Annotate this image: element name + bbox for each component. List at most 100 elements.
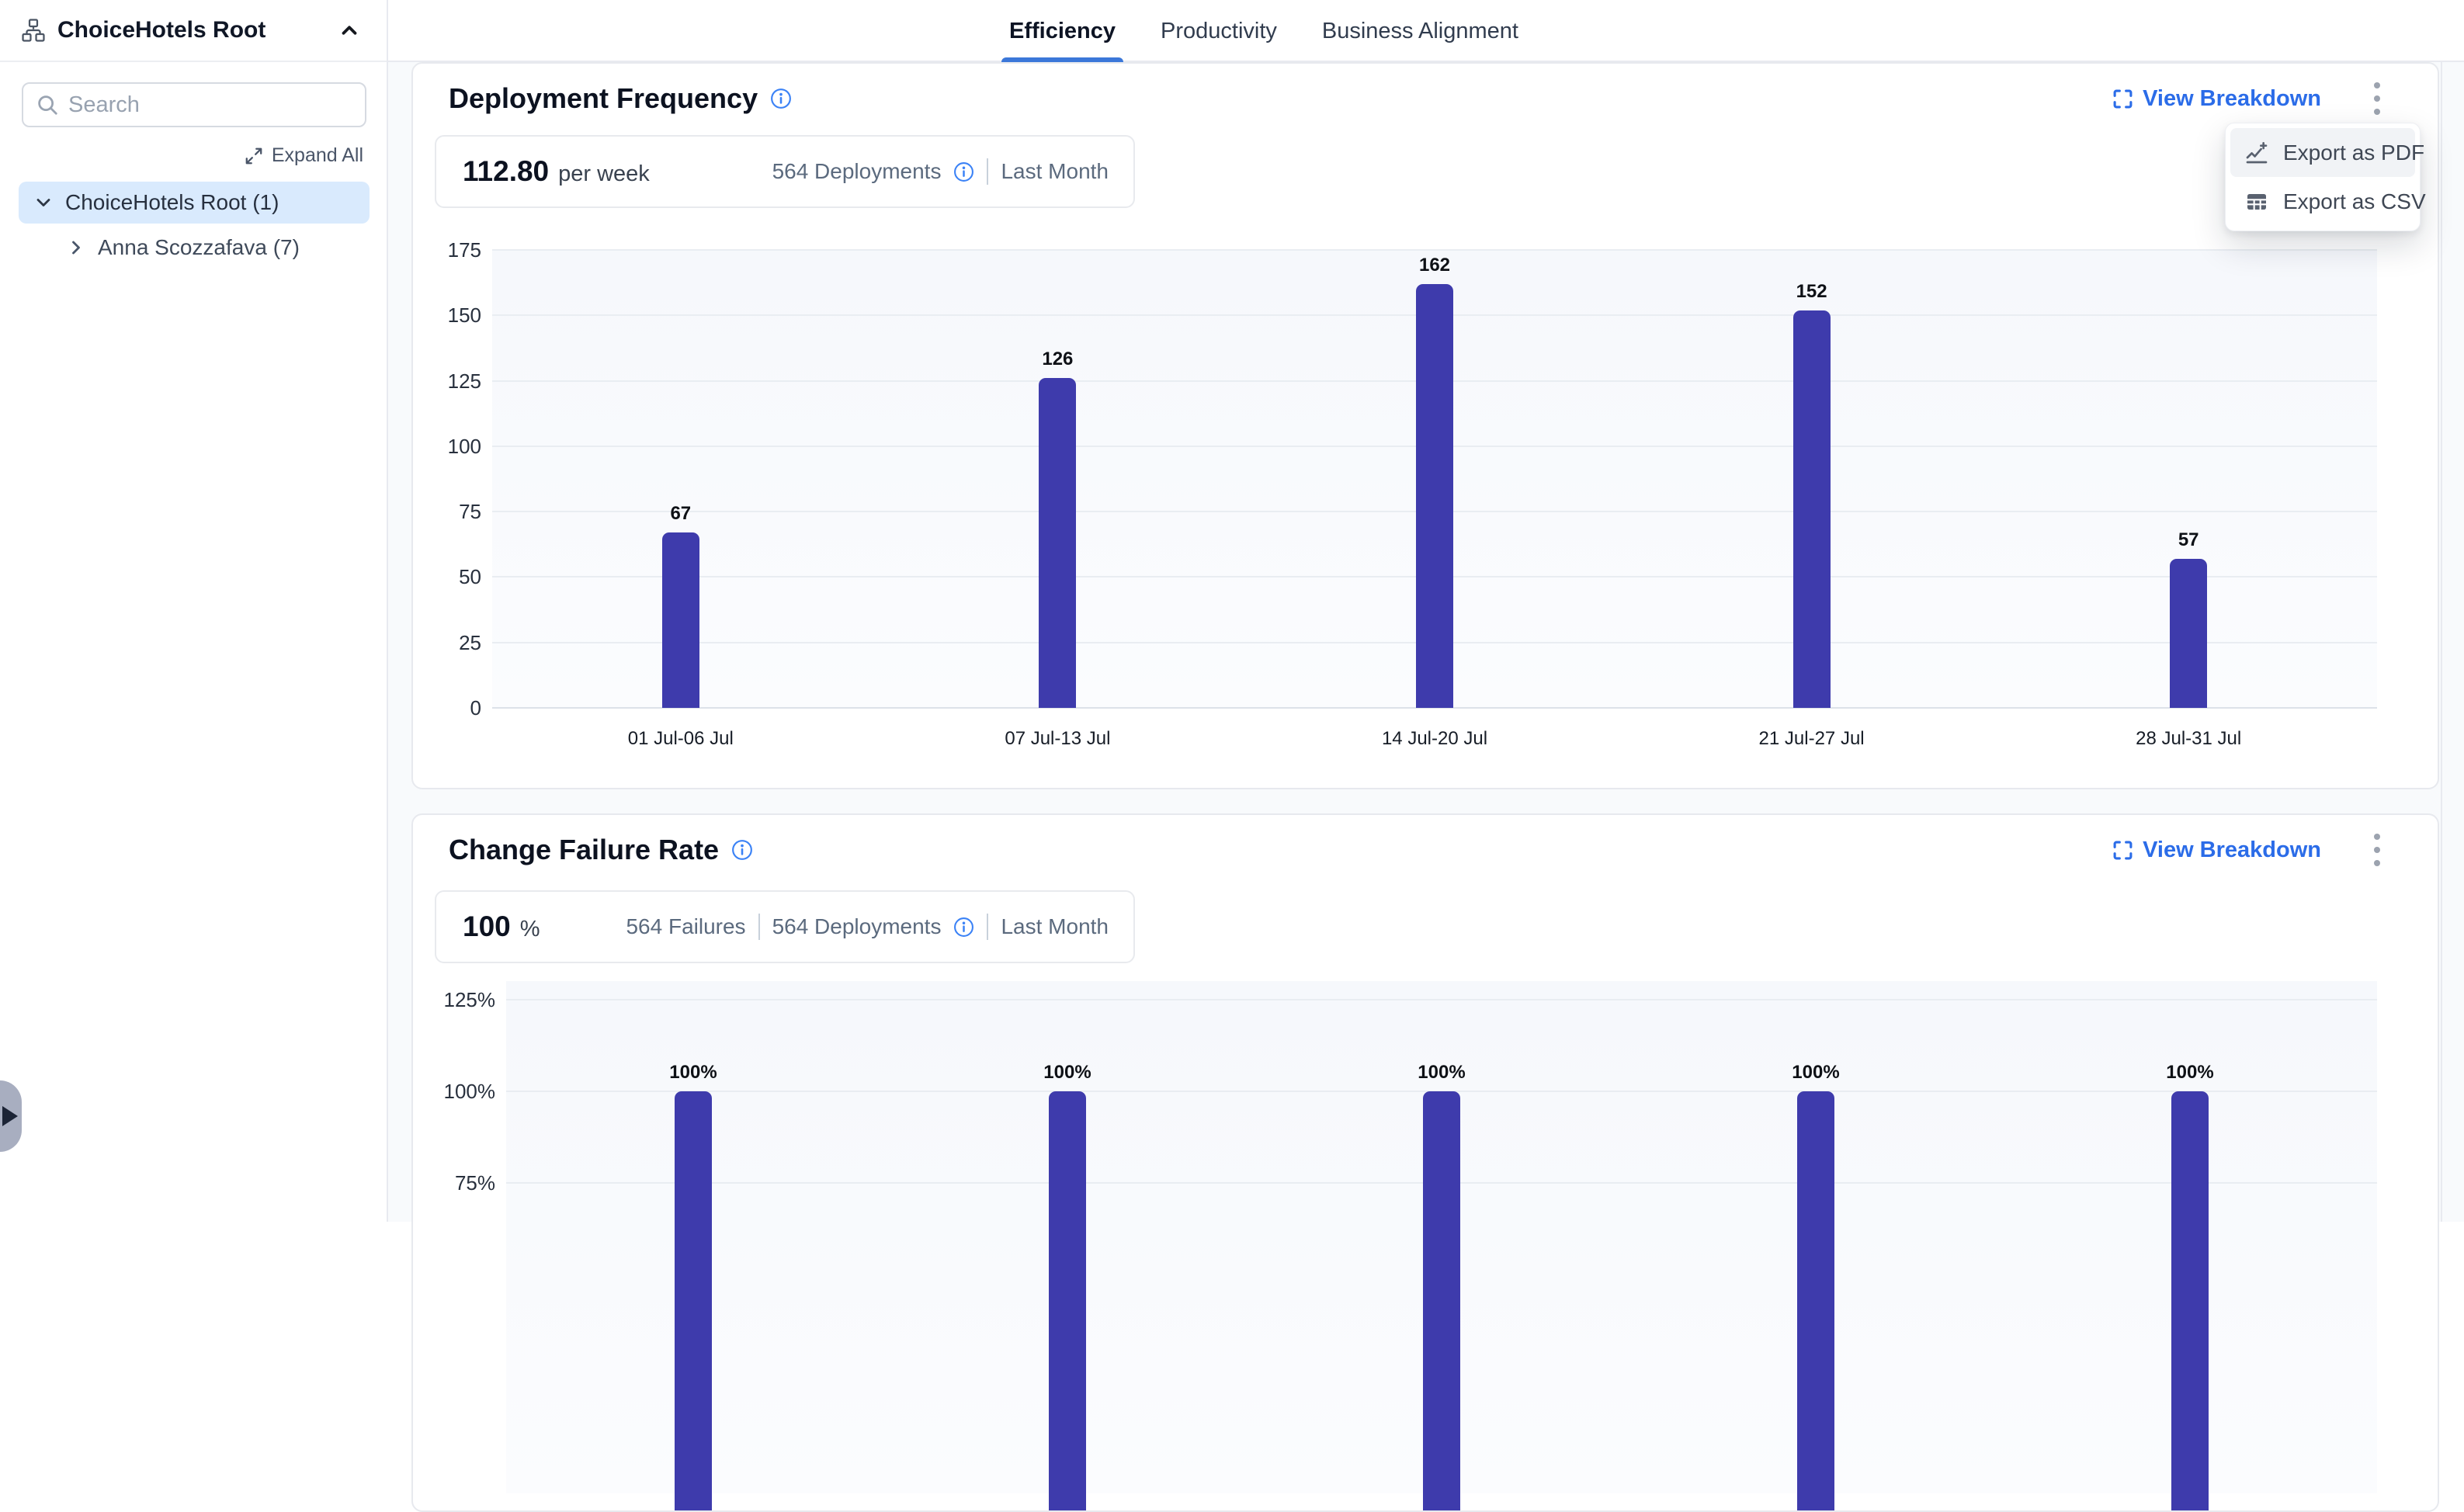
- y-axis-tick-label: 125%: [413, 988, 495, 1012]
- kebab-menu-button[interactable]: [2360, 831, 2394, 869]
- stat-failures: 564 Failures: [626, 914, 745, 939]
- sidebar: ChoiceHotels Root Expand All Choic: [0, 0, 388, 1222]
- bar[interactable]: [1793, 310, 1831, 709]
- y-axis-tick-label: 75: [413, 500, 481, 524]
- search-icon: [36, 93, 59, 116]
- y-axis-tick-label: 25: [413, 631, 481, 655]
- bar-value-label: 152: [1750, 281, 1874, 303]
- bar-value-label: 100%: [631, 1062, 755, 1084]
- bar-value-label: 162: [1373, 255, 1497, 276]
- info-icon[interactable]: [953, 917, 974, 938]
- expand-corners-icon: [2112, 88, 2133, 109]
- y-axis-tick-label: 125: [413, 369, 481, 394]
- period-label: Last Month: [1001, 159, 1109, 184]
- menu-item-export-csv[interactable]: Export as CSV: [2230, 177, 2415, 226]
- bar-value-label: 100%: [1005, 1062, 1130, 1084]
- divider: [987, 158, 988, 185]
- top-tab-bar: Efficiency Productivity Business Alignme…: [388, 0, 2464, 62]
- sidebar-collapse-button[interactable]: [332, 13, 366, 47]
- x-axis-label: 21 Jul-27 Jul: [1688, 728, 1936, 750]
- card-title: Change Failure Rate: [449, 834, 719, 866]
- x-axis-label: 28 Jul-31 Jul: [2064, 728, 2313, 750]
- tab-business-alignment[interactable]: Business Alignment: [1322, 0, 1518, 62]
- bar-value-label: 67: [619, 503, 743, 525]
- main-area: Efficiency Productivity Business Alignme…: [388, 0, 2464, 1222]
- gridline: [492, 249, 2377, 251]
- x-axis-label: 14 Jul-20 Jul: [1310, 728, 1559, 750]
- x-axis-label: 07 Jul-13 Jul: [933, 728, 1182, 750]
- bar[interactable]: [1797, 1091, 1834, 1512]
- chart-line-plus-icon: [2244, 140, 2269, 165]
- stat-deployments: 564 Deployments: [772, 914, 942, 939]
- expand-all-label: Expand All: [272, 144, 363, 167]
- sidebar-drag-handle[interactable]: [0, 1080, 22, 1152]
- x-axis-label: 01 Jul-06 Jul: [557, 728, 805, 750]
- y-axis-tick-label: 175: [413, 238, 481, 262]
- change-failure-rate-card: Change Failure Rate View Breakdown: [411, 813, 2439, 1512]
- y-axis-tick-label: 50: [413, 565, 481, 589]
- metric-value: 112.80: [463, 155, 549, 188]
- info-icon[interactable]: [770, 88, 792, 109]
- chevron-up-icon: [338, 19, 361, 42]
- kebab-icon: [2373, 832, 2381, 868]
- view-breakdown-button[interactable]: View Breakdown: [2112, 86, 2321, 112]
- kebab-menu-button[interactable]: [2360, 80, 2394, 117]
- bar-value-label: 100%: [2128, 1062, 2252, 1084]
- metric-unit: per week: [558, 161, 650, 187]
- y-axis-tick-label: 75%: [413, 1171, 495, 1195]
- divider: [758, 914, 760, 940]
- search-box: [22, 82, 366, 127]
- bar[interactable]: [1049, 1091, 1086, 1512]
- tabs: Efficiency Productivity Business Alignme…: [1009, 0, 1518, 62]
- bar-value-label: 100%: [1379, 1062, 1504, 1084]
- bar[interactable]: [662, 532, 699, 708]
- bar[interactable]: [1423, 1091, 1460, 1512]
- period-label: Last Month: [1001, 914, 1109, 939]
- table-icon: [2244, 189, 2269, 214]
- tab-productivity[interactable]: Productivity: [1161, 0, 1277, 62]
- expand-all-icon: [244, 146, 264, 166]
- tab-efficiency[interactable]: Efficiency: [1009, 0, 1116, 62]
- export-dropdown-menu: Export as PDF Export as CSV: [2225, 123, 2421, 231]
- content-area: Deployment Frequency View Breakdown: [388, 62, 2464, 1222]
- stat-deployments: 564 Deployments: [772, 159, 942, 184]
- triangle-right-icon: [2, 1106, 18, 1126]
- metric-summary-box: 112.80 per week 564 Deployments Last Mon…: [435, 135, 1135, 208]
- info-icon[interactable]: [953, 161, 974, 182]
- gridline: [506, 999, 2377, 1000]
- card-title: Deployment Frequency: [449, 82, 758, 115]
- bar[interactable]: [1039, 378, 1076, 708]
- tree-item-label: ChoiceHotels Root (1): [65, 190, 279, 215]
- deployment-frequency-card: Deployment Frequency View Breakdown: [411, 62, 2439, 789]
- chevron-down-icon[interactable]: [33, 192, 54, 213]
- expand-all-button[interactable]: Expand All: [244, 144, 363, 167]
- y-axis-tick-label: 100%: [413, 1080, 495, 1104]
- scrollbar-gutter: [2441, 62, 2464, 1222]
- bar-value-label: 126: [995, 349, 1119, 370]
- bar[interactable]: [2170, 559, 2207, 708]
- sidebar-title: ChoiceHotels Root: [57, 17, 321, 43]
- search-input[interactable]: [68, 92, 361, 118]
- expand-corners-icon: [2112, 840, 2133, 861]
- tree-item-label: Anna Scozzafava (7): [98, 235, 300, 260]
- metric-summary-box: 100 % 564 Failures 564 Deployments: [435, 890, 1135, 963]
- sidebar-header: ChoiceHotels Root: [0, 0, 387, 62]
- menu-item-export-pdf[interactable]: Export as PDF: [2230, 128, 2415, 177]
- view-breakdown-button[interactable]: View Breakdown: [2112, 837, 2321, 863]
- tree-item-anna-scozzafava[interactable]: Anna Scozzafava (7): [19, 227, 370, 269]
- card-header: Change Failure Rate View Breakdown: [413, 815, 2438, 885]
- info-icon[interactable]: [731, 839, 753, 861]
- divider: [987, 914, 988, 940]
- y-axis-tick-label: 0: [413, 696, 481, 720]
- chevron-right-icon[interactable]: [65, 237, 87, 258]
- y-axis-tick-label: 100: [413, 435, 481, 459]
- tree-item-choicehotels-root[interactable]: ChoiceHotels Root (1): [19, 182, 370, 224]
- y-axis-tick-label: 150: [413, 303, 481, 328]
- bar[interactable]: [1416, 284, 1453, 708]
- metric-unit: %: [520, 917, 540, 942]
- kebab-icon: [2373, 81, 2381, 116]
- bar-value-label: 57: [2126, 529, 2251, 551]
- bar[interactable]: [2171, 1091, 2209, 1512]
- hierarchy-icon: [20, 17, 47, 43]
- bar[interactable]: [675, 1091, 712, 1512]
